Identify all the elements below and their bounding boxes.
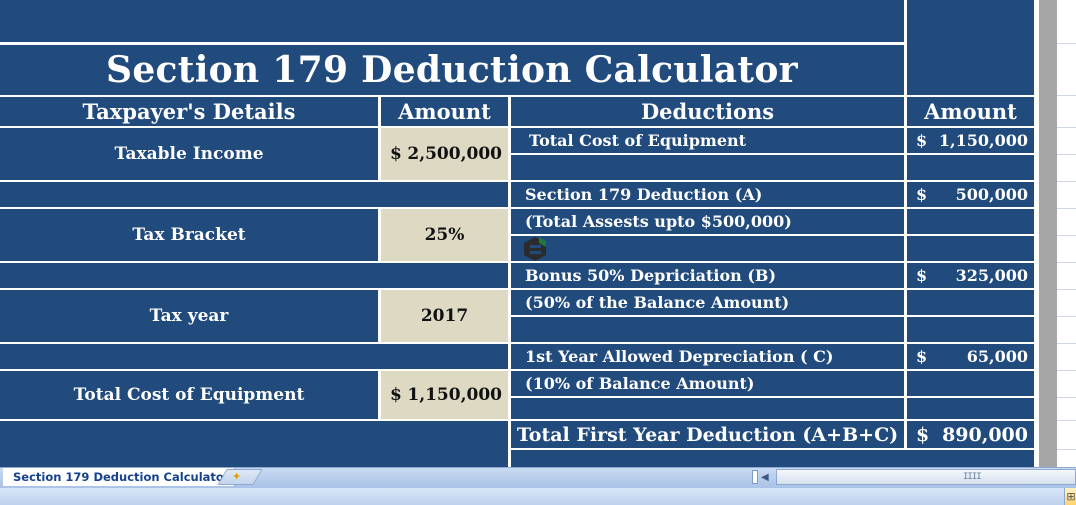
header-deductions: Deductions bbox=[511, 97, 904, 126]
status-bar bbox=[0, 488, 1076, 505]
deduction-label-bonus: Bonus 50% Depriciation (B) bbox=[511, 263, 904, 288]
tax-year-label: Tax year bbox=[0, 290, 378, 342]
horizontal-scrollbar[interactable]: ◀ IIII bbox=[752, 469, 1076, 486]
empty-cell[interactable] bbox=[907, 371, 1034, 396]
tax-bracket-label: Tax Bracket bbox=[0, 209, 378, 261]
deduction-amount-bonus[interactable]: $ 325,000 bbox=[907, 263, 1034, 288]
equipment-cost-value: 1,150,000 bbox=[407, 385, 502, 405]
empty-cell[interactable] bbox=[511, 155, 904, 180]
tab-split-handle[interactable] bbox=[752, 470, 758, 484]
top-banner-cell[interactable] bbox=[0, 0, 904, 42]
amount-value: 325,000 bbox=[955, 266, 1028, 285]
spacer-row[interactable] bbox=[0, 182, 508, 207]
empty-cell[interactable] bbox=[907, 236, 1034, 261]
empty-cell[interactable] bbox=[511, 450, 1034, 467]
empty-cell[interactable] bbox=[907, 290, 1034, 315]
empty-cell[interactable] bbox=[907, 398, 1034, 419]
page-title: Section 179 Deduction Calculator bbox=[0, 45, 904, 95]
horizontal-scroll-thumb[interactable]: IIII bbox=[776, 469, 1076, 485]
amount-value: 500,000 bbox=[955, 185, 1028, 204]
currency-symbol: $ bbox=[390, 385, 402, 405]
taxable-income-label: Taxable Income bbox=[0, 128, 378, 180]
currency-symbol: $ bbox=[916, 266, 928, 285]
spacer-row[interactable] bbox=[0, 263, 508, 288]
deduction-label-total-cost: Total Cost of Equipment bbox=[511, 128, 904, 153]
scroll-grip-icon: IIII bbox=[963, 472, 982, 482]
equipment-cost-label: Total Cost of Equipment bbox=[0, 371, 378, 419]
insert-worksheet-icon: ✦ bbox=[232, 470, 242, 483]
total-value: 890,000 bbox=[942, 423, 1028, 446]
deduction-amount-section179[interactable]: $ 500,000 bbox=[907, 182, 1034, 207]
spacer-row[interactable] bbox=[0, 421, 508, 467]
empty-cell[interactable] bbox=[907, 155, 1034, 180]
deduction-note-section179: (Total Assests upto $500,000) bbox=[511, 209, 904, 234]
equipment-cost-input[interactable]: $ 1,150,000 bbox=[381, 371, 508, 419]
empty-cell[interactable] bbox=[511, 398, 904, 419]
taxable-income-input[interactable]: $ 2,500,000 bbox=[381, 128, 508, 180]
currency-symbol: $ bbox=[916, 423, 930, 446]
header-right-amount: Amount bbox=[907, 97, 1034, 126]
deduction-label-first-year: 1st Year Allowed Depreciation ( C) bbox=[511, 344, 904, 369]
deduction-label-section179: Section 179 Deduction (A) bbox=[511, 182, 904, 207]
currency-symbol: $ bbox=[916, 131, 928, 150]
vertical-scrollbar[interactable] bbox=[1039, 0, 1057, 467]
normal-view-button[interactable]: ⊞ bbox=[1064, 488, 1076, 505]
top-right-merged-cell[interactable] bbox=[907, 0, 1034, 95]
sheet-tab-bar: Section 179 Deduction Calculato ✦ ◀ IIII bbox=[0, 467, 1076, 488]
currency-symbol: $ bbox=[916, 347, 928, 366]
tax-year-input[interactable]: 2017 bbox=[381, 290, 508, 342]
taxable-income-value: 2,500,000 bbox=[407, 144, 502, 164]
currency-symbol: $ bbox=[916, 185, 928, 204]
brand-logo-icon bbox=[524, 237, 546, 261]
empty-cell[interactable] bbox=[907, 317, 1034, 342]
total-deduction-amount[interactable]: $ 890,000 bbox=[907, 421, 1034, 448]
currency-symbol: $ bbox=[390, 144, 402, 164]
deduction-note-bonus: (50% of the Balance Amount) bbox=[511, 290, 904, 315]
deduction-note-first-year: (10% of Balance Amount) bbox=[511, 371, 904, 396]
scroll-left-arrow-icon[interactable]: ◀ bbox=[761, 472, 769, 483]
deduction-amount-total-cost[interactable]: $ 1,150,000 bbox=[907, 128, 1034, 153]
header-taxpayer-details: Taxpayer's Details bbox=[0, 97, 378, 126]
header-left-amount: Amount bbox=[381, 97, 508, 126]
empty-column-cells bbox=[1057, 0, 1076, 467]
tax-bracket-input[interactable]: 25% bbox=[381, 209, 508, 261]
sheet-tab-active[interactable]: Section 179 Deduction Calculato bbox=[3, 468, 235, 486]
spacer-row[interactable] bbox=[0, 344, 508, 369]
empty-cell[interactable] bbox=[907, 209, 1034, 234]
empty-cell[interactable] bbox=[511, 317, 904, 342]
amount-value: 65,000 bbox=[966, 347, 1028, 366]
empty-cell[interactable] bbox=[511, 236, 904, 261]
total-deduction-label: Total First Year Deduction (A+B+C) bbox=[511, 421, 904, 448]
amount-value: 1,150,000 bbox=[938, 131, 1028, 150]
deduction-amount-first-year[interactable]: $ 65,000 bbox=[907, 344, 1034, 369]
